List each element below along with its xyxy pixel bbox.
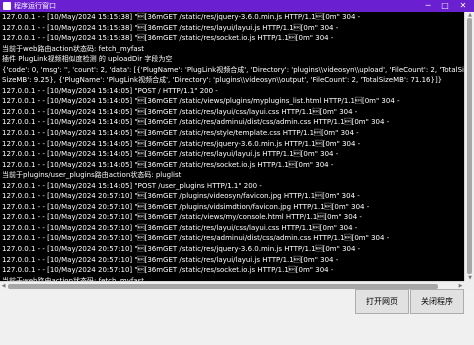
log-line: 127.0.0.1 - - [10/May/2024 15:14:05] "PO… xyxy=(2,181,262,190)
log-line: 当前于plugins/user_plugins路由action状态码: plug… xyxy=(2,171,182,180)
scrollbar-corner xyxy=(464,281,474,291)
vertical-scrollbar[interactable]: ▲ ▼ xyxy=(464,12,474,281)
scroll-left-icon[interactable]: ◀ xyxy=(0,283,7,290)
log-line: 127.0.0.1 - - [10/May/2024 15:15:38] "[… xyxy=(2,13,361,21)
log-line: 127.0.0.1 - - [10/May/2024 15:14:05] "[… xyxy=(2,160,334,169)
app-window: 程序运行窗口 ─ □ ✕ 127.0.0.1 - - [10/May/2024 … xyxy=(0,0,474,345)
console-output[interactable]: 127.0.0.1 - - [10/May/2024 15:15:38] "[… xyxy=(0,12,464,281)
window-title: 程序运行窗口 xyxy=(14,2,56,10)
log-line: 127.0.0.1 - - [10/May/2024 15:15:38] "[… xyxy=(2,34,334,43)
title-bar[interactable]: 程序运行窗口 ─ □ ✕ xyxy=(0,0,474,12)
log-line: 127.0.0.1 - - [10/May/2024 15:15:38] "[… xyxy=(2,23,339,32)
log-line: 127.0.0.1 - - [10/May/2024 15:14:05] "[… xyxy=(2,118,390,127)
log-line: {'code': 0, 'msg': '', 'count': 2, 'data… xyxy=(2,65,464,74)
log-line: 127.0.0.1 - - [10/May/2024 20:57:10] "[… xyxy=(2,234,390,243)
log-line: 127.0.0.1 - - [10/May/2024 20:57:10] "[… xyxy=(2,202,370,211)
log-line: 127.0.0.1 - - [10/May/2024 20:57:10] "[… xyxy=(2,192,360,201)
close-program-button[interactable]: 关闭程序 xyxy=(410,289,464,314)
vertical-scroll-thumb[interactable] xyxy=(467,18,472,274)
log-line: 127.0.0.1 - - [10/May/2024 15:14:05] "[… xyxy=(2,139,361,148)
log-line: 127.0.0.1 - - [10/May/2024 15:14:05] "[… xyxy=(2,107,358,116)
open-webpage-button[interactable]: 打开网页 xyxy=(355,289,409,314)
log-line: 127.0.0.1 - - [10/May/2024 15:14:05] "PO… xyxy=(2,86,218,95)
log-line: 127.0.0.1 - - [10/May/2024 15:14:05] "[… xyxy=(2,129,359,138)
minimize-icon[interactable]: ─ xyxy=(420,0,436,12)
log-line: 127.0.0.1 - - [10/May/2024 20:57:10] "[… xyxy=(2,213,362,222)
log-line: 127.0.0.1 - - [10/May/2024 15:14:05] "[… xyxy=(2,97,400,106)
log-line: SizeMB': 9.25}, {'PlugName': 'PlugLink视频… xyxy=(2,76,443,85)
log-line: 127.0.0.1 - - [10/May/2024 20:57:10] "[… xyxy=(2,245,361,254)
log-line: 127.0.0.1 - - [10/May/2024 20:57:10] "[… xyxy=(2,255,339,264)
log-line: 127.0.0.1 - - [10/May/2024 15:14:05] "[… xyxy=(2,150,339,159)
close-icon[interactable]: ✕ xyxy=(455,0,471,12)
log-line: 插件 PlugLink视频相似度检测 的 uploadDir 字段为空 xyxy=(2,55,173,64)
maximize-icon[interactable]: □ xyxy=(437,0,453,12)
log-line: 127.0.0.1 - - [10/May/2024 20:57:10] "[… xyxy=(2,266,334,275)
log-line: 当前于web路由action状态码: fetch_myfast xyxy=(2,44,145,53)
app-icon xyxy=(3,2,11,10)
log-line: 127.0.0.1 - - [10/May/2024 20:57:10] "[… xyxy=(2,223,358,232)
